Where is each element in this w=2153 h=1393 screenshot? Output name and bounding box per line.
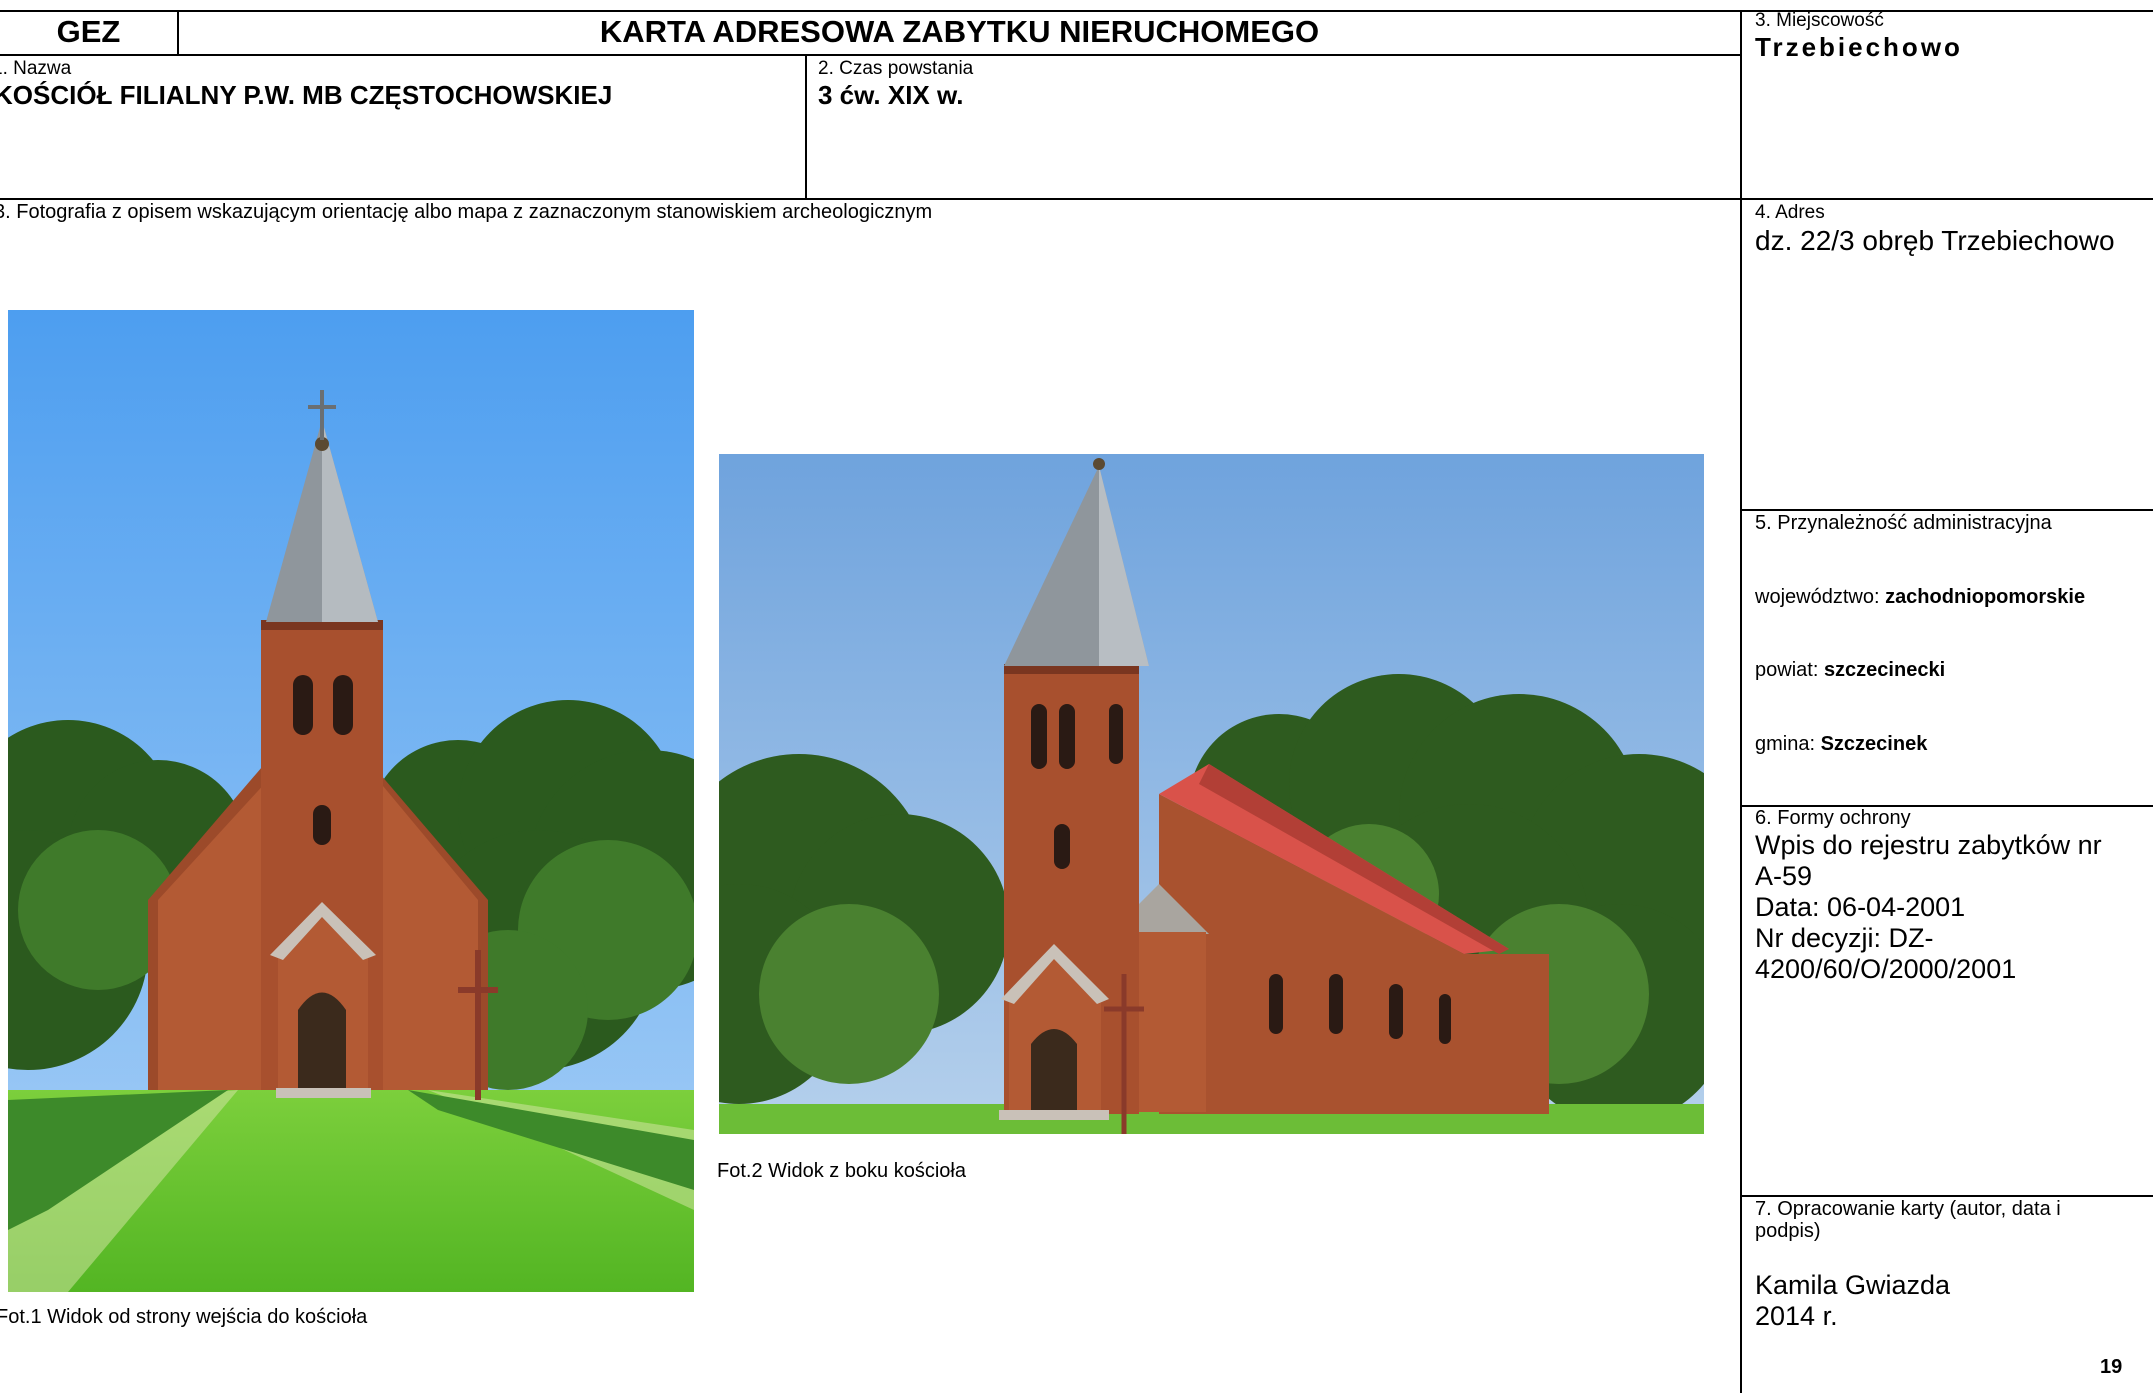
miejscowosc-label: 3. Miejscowość <box>1755 10 1884 31</box>
right-column-divider <box>1740 10 1742 1393</box>
admin-label: 5. Przynależność administracyjna <box>1755 512 2052 534</box>
gez-code: GEZ <box>56 14 121 49</box>
wojewodztwo-row: województwo: zachodniopomorskie <box>1755 586 2085 609</box>
gmina-value: Szczecinek <box>1820 733 1928 755</box>
ochrona-line1: Wpis do rejestru zabytków nr <box>1755 830 2102 860</box>
gmina-label: gmina: <box>1755 733 1821 755</box>
ochrona-line2: A-59 <box>1755 861 1813 891</box>
gmina-row: gmina: Szczecinek <box>1755 733 1927 756</box>
opracowanie-label-2: podpis) <box>1755 1220 1821 1242</box>
wojewodztwo-value: zachodniopomorskie <box>1885 586 2086 608</box>
fotografia-label: 3. Fotografia z opisem wskazującym orien… <box>0 201 933 223</box>
wojewodztwo-label: województwo: <box>1755 586 1886 608</box>
miejscowosc-value: Trzebiechowo <box>1755 32 1963 62</box>
opracowanie-top-rule <box>1741 1195 2153 1197</box>
opracowanie-autor: Kamila Gwiazda <box>1755 1270 1951 1300</box>
admin-top-rule <box>1741 509 2153 511</box>
nazwa-czas-divider <box>805 54 807 199</box>
ochrona-line4: Nr decyzji: DZ- <box>1755 923 1934 953</box>
powiat-row: powiat: szczecinecki <box>1755 659 1945 682</box>
ochrona-label: 6. Formy ochrony <box>1755 807 1911 829</box>
powiat-label: powiat: <box>1755 659 1824 681</box>
page-title: KARTA ADRESOWA ZABYTKU NIERUCHOMEGO <box>599 14 1320 49</box>
page-number: 19 <box>2100 1356 2123 1378</box>
adres-value: dz. 22/3 obręb Trzebiechowo <box>1755 225 2115 256</box>
powiat-value: szczecinecki <box>1823 659 1946 681</box>
ochrona-line5: 4200/60/O/2000/2001 <box>1755 954 2017 984</box>
row1-bottom-rule <box>0 198 2153 200</box>
opracowanie-rok: 2014 r. <box>1755 1301 1838 1331</box>
adres-label: 4. Adres <box>1755 202 1825 223</box>
nazwa-label: 1. Nazwa <box>0 58 72 79</box>
photo2-caption: Fot.2 Widok z boku kościoła <box>717 1160 966 1182</box>
opracowanie-label-1: 7. Opracowanie karty (autor, data i <box>1755 1198 2061 1220</box>
ochrona-line3: Data: 06-04-2001 <box>1755 892 1966 922</box>
header-bottom-rule <box>0 54 1741 56</box>
photo-side-view <box>719 454 1704 1134</box>
czas-value: 3 ćw. XIX w. <box>818 80 964 110</box>
czas-label: 2. Czas powstania <box>818 58 974 79</box>
nazwa-value: KOŚCIÓŁ FILIALNY P.W. MB CZĘSTOCHOWSKIEJ <box>0 80 613 110</box>
photo-front-view <box>8 310 694 1292</box>
photo1-caption: Fot.1 Widok od strony wejścia do kościoł… <box>0 1306 368 1328</box>
